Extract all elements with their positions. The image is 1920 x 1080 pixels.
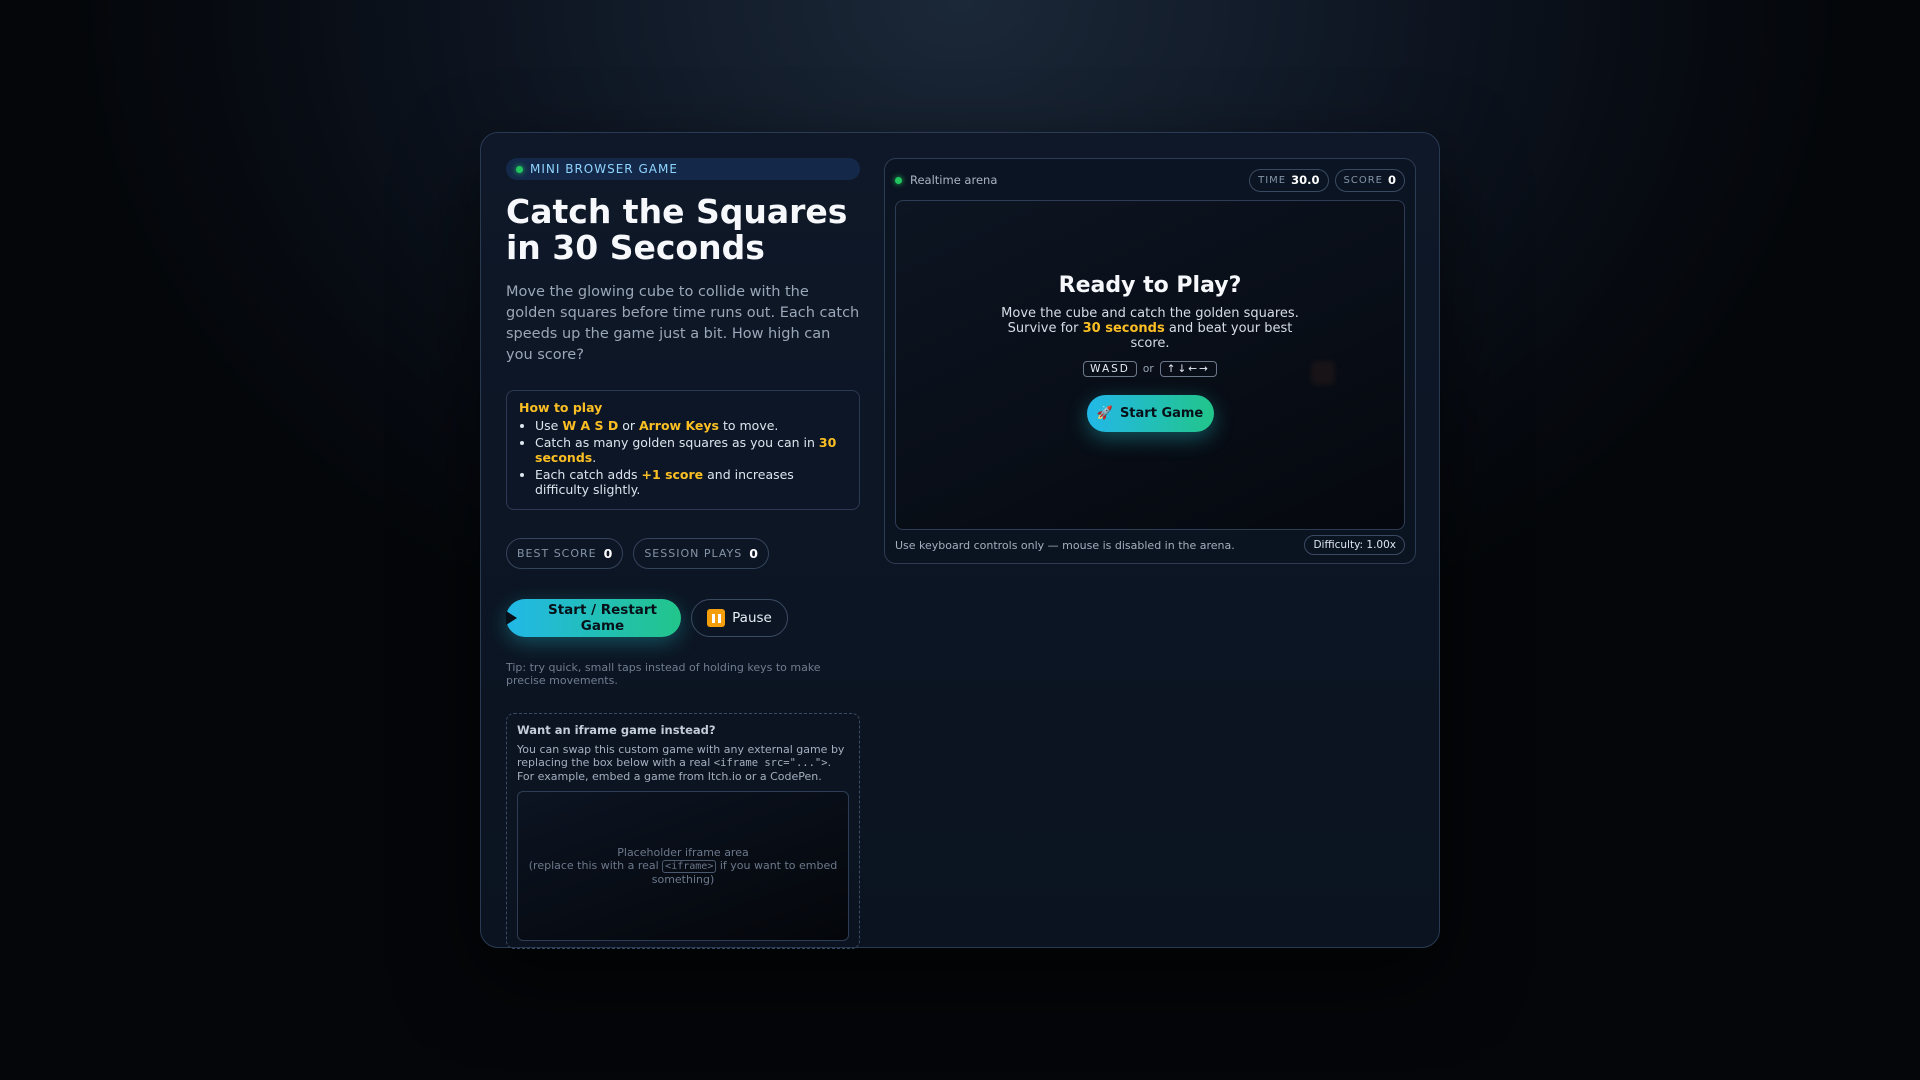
iframe-placeholder: Placeholder iframe area (replace this wi… [517,791,849,941]
category-tag-label: MINI BROWSER GAME [530,162,678,176]
how-to-play-box: How to play Use W A S D or Arrow Keys to… [506,390,860,510]
iframe-info-box: Want an iframe game instead? You can swa… [506,713,860,949]
list-item: Use W A S D or Arrow Keys to move. [535,418,847,433]
how-to-play-heading: How to play [519,400,603,415]
keyboard-notice: Use keyboard controls only — mouse is di… [895,538,1235,552]
list-item: Catch as many golden squares as you can … [535,435,847,465]
score-badge: SCORE 0 [1334,168,1405,192]
start-restart-button[interactable]: Start / Restart Game [506,599,681,637]
session-plays-badge: SESSION PLAYS 0 [633,538,769,569]
start-game-button[interactable]: 🚀 Start Game [1086,395,1214,432]
status-dot-icon [895,176,902,184]
game-arena[interactable]: Ready to Play? Move the cube and catch t… [895,200,1405,530]
category-tag: MINI BROWSER GAME [506,158,860,180]
rocket-icon: 🚀 [1096,406,1113,421]
arena-footer: Use keyboard controls only — mouse is di… [895,534,1405,556]
session-plays-value: 0 [749,546,758,561]
ready-overlay: Ready to Play? Move the cube and catch t… [896,273,1404,432]
game-container: MINI BROWSER GAME Catch the Squares in 3… [480,132,1440,949]
arrow-key-hint: ↑↓←→ [1159,361,1217,377]
game-description: Move the glowing cube to collide with th… [506,284,860,363]
key-hints: WASD or ↑↓←→ [896,361,1404,377]
pause-button[interactable]: Pause [691,599,788,637]
pause-icon [707,609,726,627]
difficulty-badge: Difficulty: 1.00x [1304,535,1405,555]
arena-label: Realtime arena [910,173,998,187]
score-value: 0 [1387,173,1396,187]
list-item: Each catch adds +1 score and increases d… [535,467,847,497]
arena-header: Realtime arena TIME 30.0 SCORE 0 [895,168,1405,192]
control-buttons: Start / Restart Game Pause [506,599,860,637]
ready-line-2: Survive for 30 seconds and beat your bes… [1007,321,1293,351]
time-value: 30.0 [1291,173,1320,187]
info-panel: MINI BROWSER GAME Catch the Squares in 3… [506,158,860,949]
ready-title: Ready to Play? [1058,273,1242,298]
best-score-value: 0 [603,546,613,561]
wasd-key-hint: WASD [1083,361,1137,377]
arena-panel: Realtime arena TIME 30.0 SCORE 0 Ready t… [884,158,1416,564]
page-title: Catch the Squares in 30 Seconds [506,192,848,267]
stats-row: BEST SCORE 0 SESSION PLAYS 0 [506,538,860,569]
status-dot-icon [516,165,523,173]
best-score-badge: BEST SCORE 0 [506,538,624,569]
time-badge: TIME 30.0 [1249,168,1329,192]
iframe-description: You can swap this custom game with any e… [517,743,845,783]
hud: TIME 30.0 SCORE 0 [1249,168,1405,192]
play-icon [506,611,517,625]
iframe-heading: Want an iframe game instead? [517,723,716,737]
how-to-play-list: Use W A S D or Arrow Keys to move. Catch… [519,418,847,497]
ready-line-1: Move the cube and catch the golden squar… [1001,306,1299,321]
tip-text: Tip: try quick, small taps instead of ho… [506,661,821,687]
